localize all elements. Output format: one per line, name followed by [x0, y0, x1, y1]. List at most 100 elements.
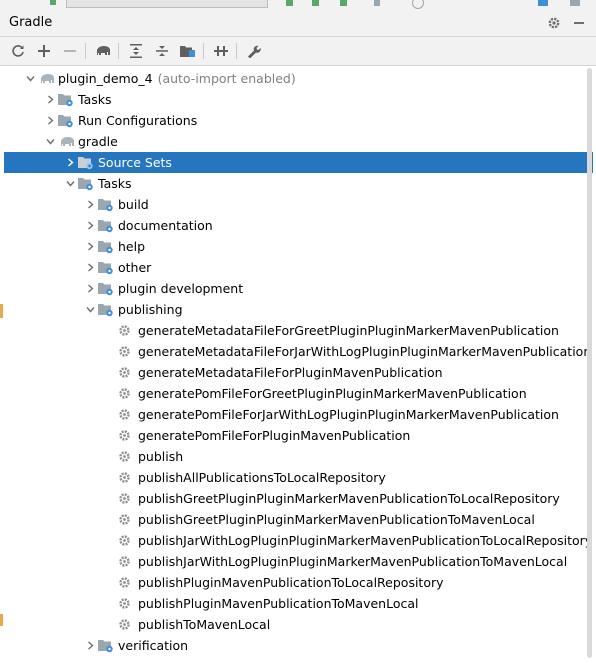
chevron-right-icon[interactable] — [82, 215, 98, 236]
tree-node-task[interactable]: publish — [0, 446, 596, 467]
chevron-right-icon[interactable] — [82, 236, 98, 257]
tree-node-label: verification — [118, 638, 189, 653]
tree-node-label: plugin_demo_4 — [58, 71, 153, 86]
tree-node-task[interactable]: publishAllPublicationsToLocalRepository — [0, 467, 596, 488]
tree-node-task[interactable]: generatePomFileForGreetPluginPluginMarke… — [0, 383, 596, 404]
chevron-right-icon[interactable] — [82, 257, 98, 278]
refresh-icon[interactable] — [9, 42, 27, 60]
tree-node-source-sets[interactable]: Source Sets — [4, 152, 593, 173]
group-tasks-icon[interactable] — [179, 42, 197, 60]
settings-icon[interactable] — [570, 0, 580, 6]
add-icon[interactable] — [35, 42, 53, 60]
tree-node-label: publishing — [118, 302, 183, 317]
tree-node-label: help — [118, 239, 146, 254]
toggle-offline-icon[interactable] — [212, 42, 230, 60]
tree-node-task-group-verification[interactable]: verification — [0, 635, 596, 656]
task-group-folder-icon — [98, 299, 118, 320]
task-gear-icon — [118, 425, 138, 446]
gradle-elephant-icon[interactable] — [94, 42, 112, 60]
tree-node-task-group[interactable]: build — [0, 194, 596, 215]
tree-node-root-project[interactable]: plugin_demo_4 (auto-import enabled) — [0, 68, 596, 89]
chevron-right-icon[interactable] — [62, 152, 78, 173]
gradle-module-icon — [58, 131, 78, 152]
vcs-update-icon[interactable] — [50, 0, 56, 5]
tree-node-task[interactable]: publishPluginMavenPublicationToLocalRepo… — [0, 572, 596, 593]
chevron-right-icon[interactable] — [82, 194, 98, 215]
wrench-icon[interactable] — [245, 42, 263, 60]
task-group-folder-icon — [98, 194, 118, 215]
task-group-folder-icon — [98, 236, 118, 257]
chevron-down-icon[interactable] — [62, 173, 78, 194]
tree-node-label: publishJarWithLogPluginPluginMarkerMaven… — [138, 533, 593, 548]
tree-node-task-group[interactable]: help — [0, 236, 596, 257]
tasks-folder-icon — [78, 173, 98, 194]
tree-node-task-group[interactable]: plugin development — [0, 278, 596, 299]
project-structure-icon[interactable] — [538, 0, 548, 6]
tree-node-task-group[interactable]: other — [0, 257, 596, 278]
tree-node-task[interactable]: publishJarWithLogPluginPluginMarkerMaven… — [0, 530, 596, 551]
search-icon[interactable] — [412, 0, 424, 9]
tree-node-tasks[interactable]: Tasks — [0, 89, 596, 110]
coverage-icon[interactable] — [340, 0, 347, 6]
tree-node-label: generatePomFileForPluginMavenPublication — [138, 428, 411, 443]
task-gear-icon — [118, 404, 138, 425]
tree-node-gradle-module[interactable]: gradle — [0, 131, 596, 152]
chevron-right-icon[interactable] — [82, 278, 98, 299]
tree-node-module-tasks[interactable]: Tasks — [0, 173, 596, 194]
chevron-right-icon[interactable] — [82, 635, 98, 656]
gradle-tool-window-header: Gradle — [0, 9, 596, 37]
gradle-project-tree: plugin_demo_4 (auto-import enabled) Tasks R… — [0, 66, 596, 663]
tree-node-task-group[interactable]: publishing — [0, 299, 596, 320]
scrollbar-thumb[interactable] — [587, 68, 592, 658]
tasks-folder-icon — [58, 89, 78, 110]
toolbar-separator — [118, 43, 119, 59]
task-group-folder-icon — [98, 635, 118, 656]
tree-node-task[interactable]: generatePomFileForJarWithLogPluginPlugin… — [0, 404, 596, 425]
tree-node-label: other — [118, 260, 152, 275]
editor-gutter-marker — [0, 614, 3, 626]
tree-node-label: documentation — [118, 218, 213, 233]
tree-node-task[interactable]: generateMetadataFileForJarWithLogPluginP… — [0, 341, 596, 362]
toolbar-separator — [85, 43, 86, 59]
panel-title: Gradle — [9, 15, 53, 30]
chevron-down-icon[interactable] — [42, 131, 58, 152]
tree-node-label: generatePomFileForGreetPluginPluginMarke… — [138, 386, 527, 401]
chevron-right-icon[interactable] — [42, 89, 58, 110]
task-gear-icon — [118, 341, 138, 362]
tree-node-task[interactable]: publishGreetPluginPluginMarkerMavenPubli… — [0, 488, 596, 509]
editor-gutter-marker — [0, 304, 3, 318]
debug-icon[interactable] — [312, 0, 319, 6]
collapse-all-icon[interactable] — [153, 42, 171, 60]
run-configuration-selector[interactable] — [66, 0, 268, 8]
tree-node-task[interactable]: publishPluginMavenPublicationToMavenLoca… — [0, 593, 596, 614]
tree-node-task[interactable]: publishToMavenLocal — [0, 614, 596, 635]
tree-node-label: publishAllPublicationsToLocalRepository — [138, 470, 386, 485]
tree-node-task[interactable]: generatePomFileForPluginMavenPublication — [0, 425, 596, 446]
tree-node-task[interactable]: generateMetadataFileForGreetPluginPlugin… — [0, 320, 596, 341]
run-icon[interactable] — [286, 0, 293, 6]
chevron-down-icon[interactable] — [82, 299, 98, 320]
stop-icon[interactable] — [374, 0, 380, 6]
gradle-project-icon — [38, 68, 58, 89]
task-group-folder-icon — [98, 215, 118, 236]
chevron-right-icon[interactable] — [42, 110, 58, 131]
gear-icon[interactable] — [545, 14, 563, 32]
tree-node-label: generateMetadataFileForPluginMavenPublic… — [138, 365, 443, 380]
tree-node-task[interactable]: generateMetadataFileForPluginMavenPublic… — [0, 362, 596, 383]
minimize-icon[interactable] — [570, 14, 588, 32]
remove-icon[interactable] — [61, 42, 79, 60]
tree-node-task-group[interactable]: documentation — [0, 215, 596, 236]
toolbar-separator — [203, 43, 204, 59]
chevron-down-icon[interactable] — [22, 68, 38, 89]
tree-node-task[interactable]: publishJarWithLogPluginPluginMarkerMaven… — [0, 551, 596, 572]
tree-node-label: publishGreetPluginPluginMarkerMavenPubli… — [138, 491, 560, 506]
expand-all-icon[interactable] — [127, 42, 145, 60]
tree-scrollbar[interactable] — [586, 66, 593, 660]
tree-node-task[interactable]: publishGreetPluginPluginMarkerMavenPubli… — [0, 509, 596, 530]
tree-node-run-configurations[interactable]: Run Configurations — [0, 110, 596, 131]
